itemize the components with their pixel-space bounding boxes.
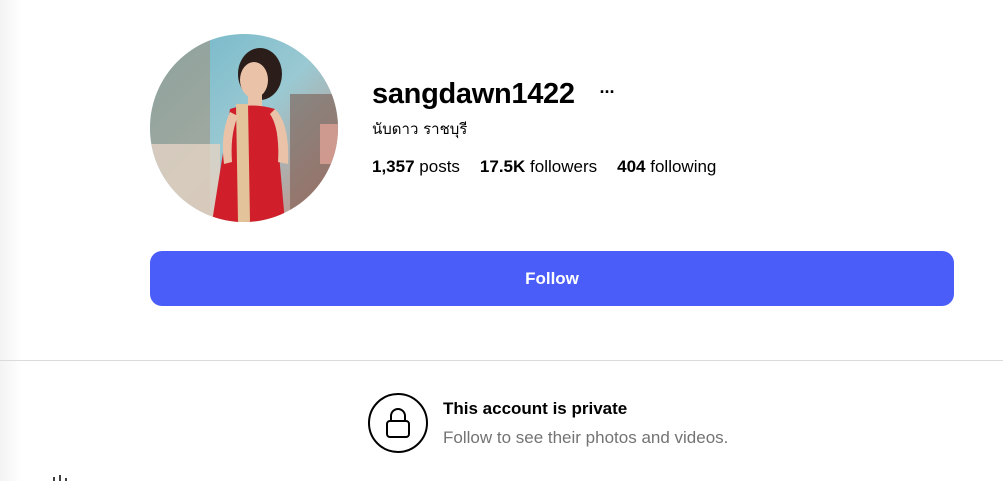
following-stat[interactable]: 404 following (617, 156, 716, 178)
partial-cutoff-icon (53, 475, 67, 481)
left-edge-shadow (0, 0, 22, 481)
more-options-icon[interactable]: ··· (597, 78, 617, 106)
profile-stats: 1,357 posts 17.5K followers 404 followin… (372, 156, 716, 178)
followers-count: 17.5K (479, 157, 526, 176)
following-count: 404 (617, 157, 646, 176)
following-label: following (650, 157, 717, 176)
avatar-photo (150, 34, 338, 222)
lock-icon (386, 408, 410, 438)
followers-stat[interactable]: 17.5K followers (480, 156, 597, 178)
section-divider (0, 360, 1003, 361)
follow-button[interactable]: Follow (150, 251, 954, 306)
profile-avatar[interactable] (150, 34, 338, 222)
profile-full-name: นับดาว ราชบุรี (372, 120, 468, 138)
posts-count: 1,357 (372, 157, 415, 176)
profile-page: sangdawn1422 ··· นับดาว ราชบุรี 1,357 po… (0, 0, 1003, 481)
profile-username: sangdawn1422 (372, 78, 575, 110)
private-lock-badge (368, 393, 428, 453)
posts-stat: 1,357 posts (372, 156, 460, 178)
private-account-title: This account is private (443, 399, 628, 418)
private-account-subtitle: Follow to see their photos and videos. (443, 428, 729, 447)
posts-label: posts (419, 157, 460, 176)
followers-label: followers (530, 157, 598, 176)
